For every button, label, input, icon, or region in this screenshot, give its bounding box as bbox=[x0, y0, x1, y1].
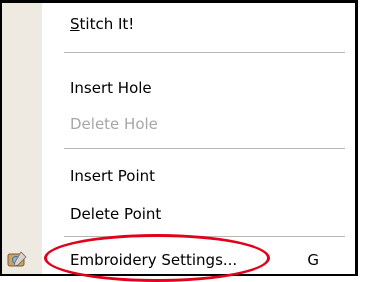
menu-item-label: Stitch It! bbox=[70, 15, 135, 33]
menu-item-insert-hole[interactable]: Insert Hole bbox=[42, 71, 355, 105]
menu-separator bbox=[64, 236, 345, 237]
page-margin bbox=[358, 0, 365, 278]
menu-item-label: Insert Point bbox=[70, 167, 156, 185]
menu-item-label: Insert Hole bbox=[70, 79, 152, 97]
menu-separator bbox=[64, 148, 345, 149]
menu-item-label: Delete Point bbox=[70, 205, 162, 223]
menu-item-label: Delete Hole bbox=[70, 115, 158, 133]
menu-item-label: Embroidery Settings... bbox=[70, 251, 238, 269]
menu-item-embroidery-settings[interactable]: Embroidery Settings... G bbox=[7, 243, 355, 274]
menu-item-stitch-it[interactable]: Stitch It! bbox=[42, 7, 355, 41]
menu-item-insert-point[interactable]: Insert Point bbox=[42, 159, 355, 193]
context-menu: Stitch It! Insert Hole Delete Hole Inser… bbox=[0, 0, 358, 276]
menu-item-shortcut: G bbox=[307, 251, 319, 269]
embroidery-settings-icon bbox=[6, 249, 28, 271]
menu-item-delete-point[interactable]: Delete Point bbox=[42, 197, 355, 231]
menu-separator bbox=[64, 52, 345, 53]
menu-icon-gutter bbox=[2, 3, 42, 274]
menu-item-delete-hole: Delete Hole bbox=[42, 107, 355, 141]
